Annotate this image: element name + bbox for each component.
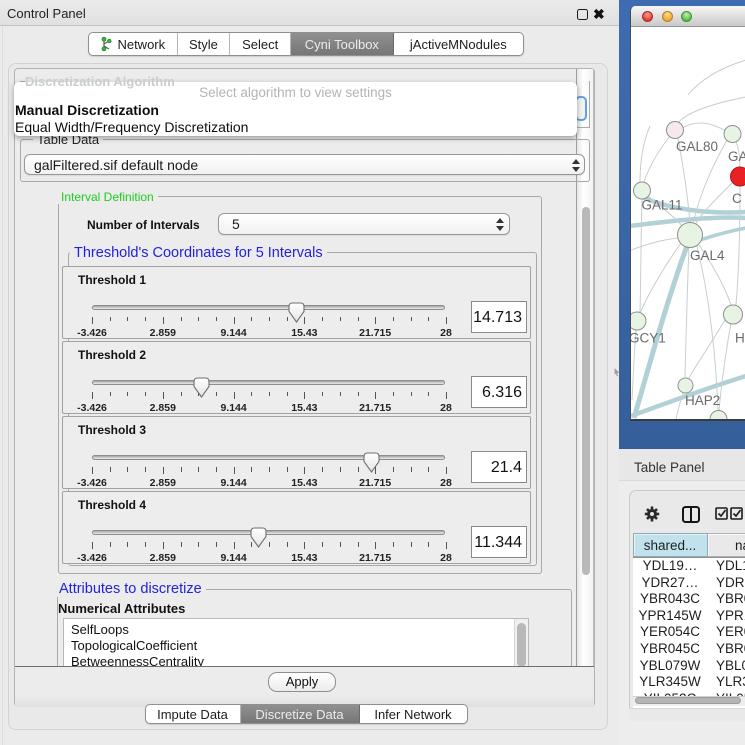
svg-text:GAL4: GAL4 [690,248,725,263]
svg-text:GAL11: GAL11 [642,198,683,213]
svg-text:GCY1: GCY1 [631,331,666,346]
svg-text:HAP2: HAP2 [685,393,720,408]
svg-text:GAL80: GAL80 [676,139,718,154]
svg-text:GA: GA [728,149,745,164]
svg-text:H: H [735,331,745,346]
svg-text:C: C [732,191,742,206]
